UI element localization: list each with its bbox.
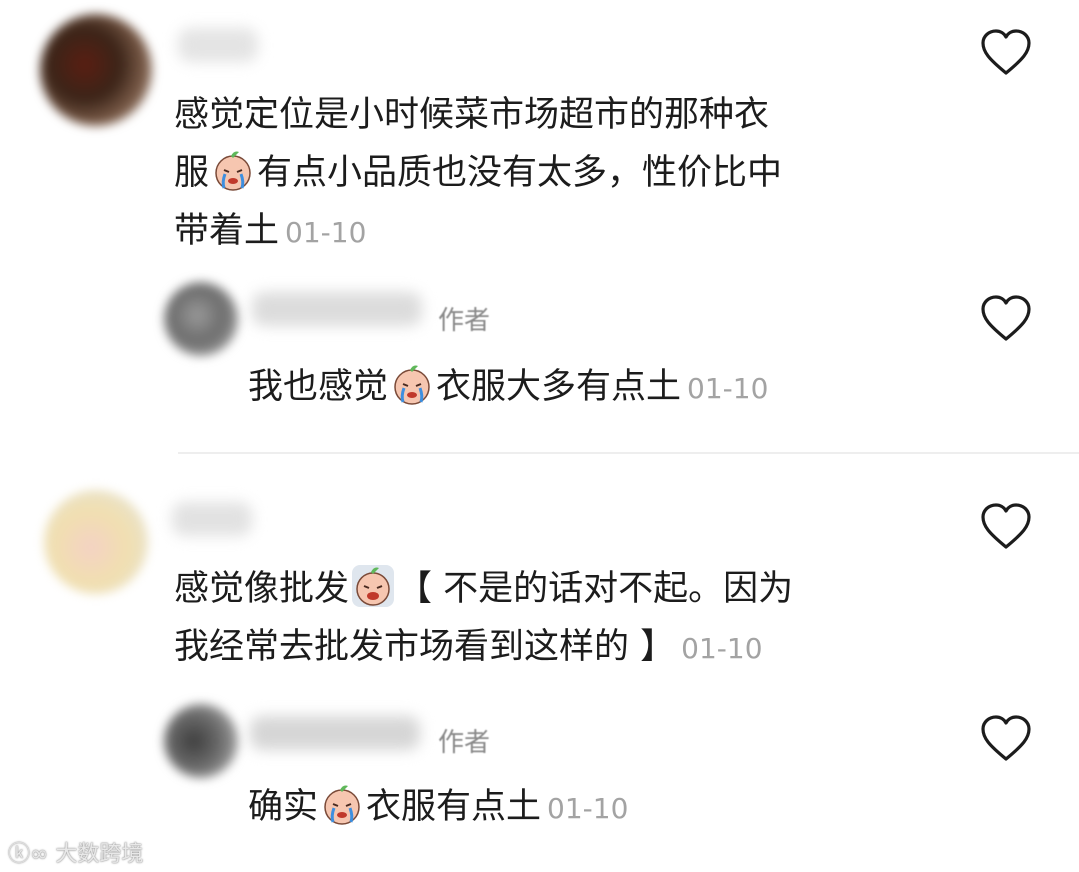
crying-emoji-icon: [215, 151, 251, 191]
comment-text: 感觉像批发【 不是的话对不起。因为 我经常去批发市场看到这样的 】 01-10: [174, 560, 793, 678]
username[interactable]: [172, 502, 252, 536]
timestamp: 01-10: [687, 372, 769, 405]
crying-emoji-icon: [394, 365, 430, 405]
heart-outline-icon[interactable]: [979, 502, 1033, 552]
heart-outline-icon[interactable]: [979, 714, 1033, 764]
watermark: ⓚ∞ 大数跨境: [8, 836, 143, 868]
heart-outline-icon[interactable]: [979, 28, 1033, 78]
comment-line: 服有点小品质也没有太多，性价比中: [174, 144, 782, 202]
timestamp: 01-10: [547, 792, 629, 825]
comment-text: 感觉定位是小时候菜市场超市的那种衣 服有点小品质也没有太多，性价比中 带着土 01…: [174, 86, 782, 262]
comment-line: 确实 衣服有点土 01-10: [248, 778, 628, 838]
author-tag: 作者: [438, 728, 491, 758]
watermark-text: 大数跨境: [55, 842, 144, 867]
timestamp: 01-10: [285, 216, 367, 249]
comment-line: 感觉定位是小时候菜市场超市的那种衣: [174, 95, 770, 135]
username[interactable]: [250, 716, 420, 750]
comment-line: 带着土 01-10: [174, 211, 367, 251]
heart-outline-icon[interactable]: [979, 294, 1033, 344]
username[interactable]: [252, 292, 422, 326]
avatar[interactable]: [44, 490, 148, 594]
timestamp: 01-10: [681, 632, 763, 665]
divider: [178, 452, 1079, 454]
comment-line: 感觉像批发【 不是的话对不起。因为: [174, 560, 793, 618]
comment-line: 我经常去批发市场看到这样的 】 01-10: [174, 627, 763, 667]
author-tag: 作者: [438, 306, 491, 336]
avatar[interactable]: [164, 704, 238, 778]
comment-text: 我也感觉 衣服大多有点土 01-10: [248, 358, 768, 418]
crying-emoji-icon: [352, 565, 395, 607]
crying-emoji-icon: [324, 785, 360, 825]
watermark-logo-icon: ⓚ∞: [8, 842, 56, 867]
avatar[interactable]: [40, 14, 152, 126]
comment-text: 确实 衣服有点土 01-10: [248, 778, 628, 838]
comment-line: 我也感觉 衣服大多有点土 01-10: [248, 358, 768, 418]
username[interactable]: [178, 28, 258, 62]
avatar[interactable]: [164, 282, 238, 356]
